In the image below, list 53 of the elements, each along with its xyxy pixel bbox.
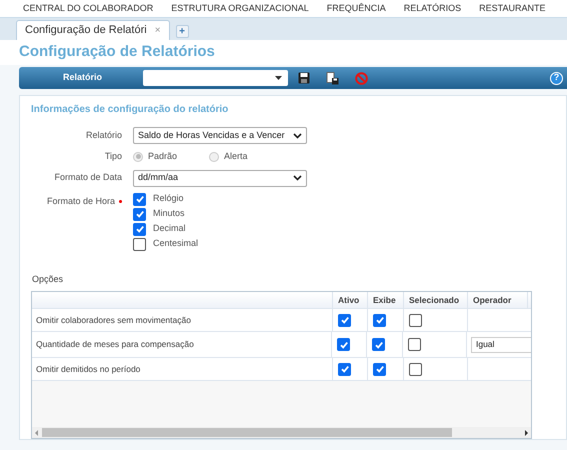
checkbox[interactable] — [338, 314, 351, 326]
radio-label: Padrão — [148, 150, 178, 163]
field-label: Tipo — [104, 150, 122, 163]
tab[interactable]: Configuração de Relatóri × — [16, 20, 170, 40]
field-label: Relatório — [84, 128, 122, 142]
operator-field[interactable]: Igual — [470, 336, 531, 352]
column-header: Exibe — [368, 292, 404, 308]
add-tab-button[interactable]: + — [176, 25, 189, 38]
checkbox[interactable] — [373, 314, 386, 326]
checkbox[interactable] — [409, 362, 422, 376]
table-cell: Omitir demitidos no período — [32, 358, 333, 380]
checkbox[interactable] — [337, 338, 350, 351]
radio-button[interactable] — [133, 152, 143, 162]
checkbox-label: Decimal — [153, 222, 186, 236]
chevron-down-icon — [293, 175, 302, 181]
save-icon[interactable] — [298, 72, 310, 84]
horizontal-scrollbar[interactable] — [32, 427, 531, 438]
checkbox[interactable] — [133, 238, 146, 250]
caret-icon — [275, 76, 282, 80]
column-header: Selecionado — [404, 292, 468, 308]
chevron-down-icon — [293, 132, 302, 138]
tab-label: Configuração de Relatóri — [25, 23, 147, 38]
options-title: Opções — [32, 272, 64, 286]
checkbox[interactable] — [409, 314, 422, 326]
checkbox-label: Relógio — [153, 192, 184, 206]
toolbar-label: Relatório — [63, 71, 104, 84]
checkbox-label: Centesimal — [153, 237, 198, 250]
menu-item[interactable]: RESTAURANTE — [479, 2, 546, 16]
checkbox[interactable] — [372, 338, 386, 351]
checkbox[interactable] — [373, 362, 386, 376]
table-cell: Quantidade de meses para compensação — [32, 332, 332, 357]
column-header: Operador — [468, 292, 528, 308]
column-header: Ativo — [333, 292, 368, 308]
radio-label: Alerta — [224, 150, 248, 163]
section-title: Informações de configuração do relatório — [31, 103, 230, 117]
radio-button[interactable] — [209, 152, 220, 162]
checkbox[interactable] — [338, 362, 351, 376]
page-title: Configuração de Relatórios — [19, 42, 215, 62]
checkbox[interactable] — [133, 192, 146, 206]
field-label: Formato de Hora — [46, 194, 115, 208]
checkbox[interactable] — [133, 222, 146, 236]
copy-document-icon[interactable] — [326, 72, 339, 84]
checkbox-label: Minutos — [153, 207, 185, 220]
field-label: Formato de Data — [53, 171, 122, 184]
menu-item[interactable]: ESTRUTURA ORGANIZACIONAL — [171, 2, 309, 16]
date-format-dropdown[interactable]: dd/mm/aa — [133, 170, 307, 186]
checkbox[interactable] — [408, 338, 422, 351]
checkbox[interactable] — [133, 208, 146, 220]
report-dropdown[interactable]: Saldo de Horas Vencidas e a Vencer — [133, 127, 307, 144]
table-cell: Omitir colaboradores sem movimentação — [32, 309, 333, 331]
menu-item[interactable]: FREQUÊNCIA — [326, 2, 386, 16]
menu-item[interactable]: CENTRAL DO COLABORADOR — [23, 2, 154, 16]
menu-item[interactable]: RELATÓRIOS — [404, 2, 462, 16]
